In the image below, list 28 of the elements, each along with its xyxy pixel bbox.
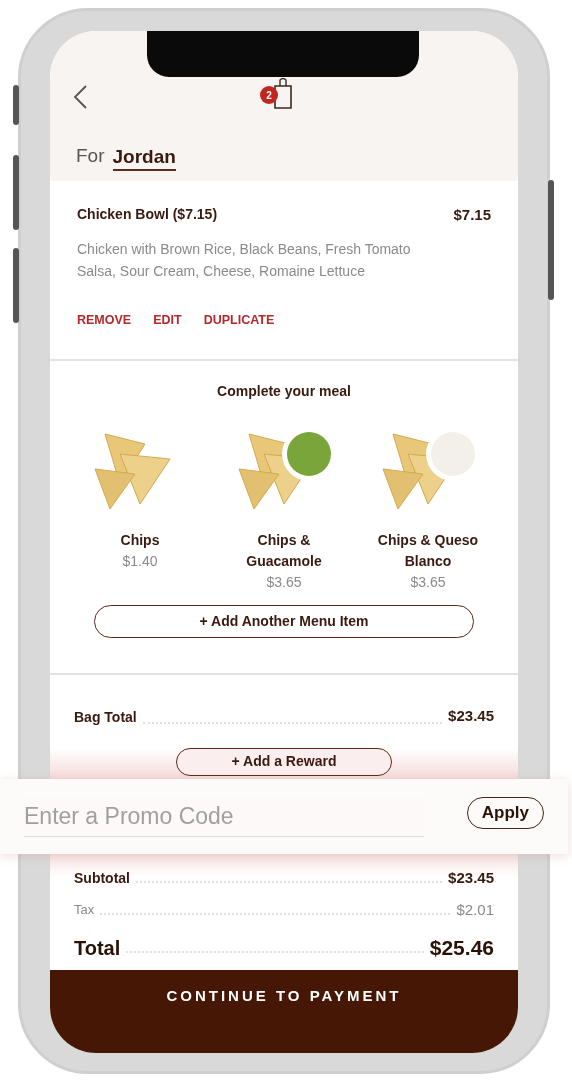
- bag-count-badge: 2: [260, 86, 278, 104]
- upsell-item-name[interactable]: Chips & Queso Blanco: [373, 530, 483, 572]
- item-description: Chicken with Brown Rice, Black Beans, Fresh Tomato Salsa, Sour Cream, Cheese, Romaine Lettuce: [77, 239, 412, 281]
- recipient-name[interactable]: Jordan: [112, 144, 176, 171]
- upsell-item-price: $1.40: [122, 552, 158, 571]
- total-label: Tax: [74, 901, 95, 920]
- back-icon[interactable]: [72, 84, 88, 110]
- item-action-link[interactable]: EDIT: [153, 310, 182, 330]
- upsell-item-price: $3.65: [266, 573, 302, 592]
- item-title: Chicken Bowl ($7.15): [77, 205, 218, 225]
- total-value: $23.45: [448, 867, 494, 888]
- bag-total-label: Bag Total: [74, 707, 137, 727]
- bag-total-value: $23.45: [448, 706, 494, 727]
- total-value: $2.01: [456, 899, 494, 920]
- total-label: Total: [74, 936, 121, 962]
- continue-to-payment-button[interactable]: CONTINUE TO PAYMENT: [50, 970, 518, 1053]
- add-reward-button[interactable]: + Add a Reward: [176, 747, 392, 776]
- upsell-item-name[interactable]: Chips & Guacamole: [229, 530, 339, 572]
- item-action-link[interactable]: DUPLICATE: [203, 310, 275, 330]
- item-action-link[interactable]: REMOVE: [77, 310, 132, 330]
- upsell-title: Complete your meal: [217, 382, 351, 401]
- item-price: $7.15: [453, 205, 491, 226]
- total-value: $25.46: [429, 935, 494, 962]
- bag-icon[interactable]: [272, 76, 294, 110]
- upsell-item-price: $3.65: [410, 573, 446, 592]
- for-label: For: [76, 144, 105, 168]
- total-label: Subtotal: [74, 868, 130, 888]
- upsell-item-name[interactable]: Chips: [85, 530, 195, 551]
